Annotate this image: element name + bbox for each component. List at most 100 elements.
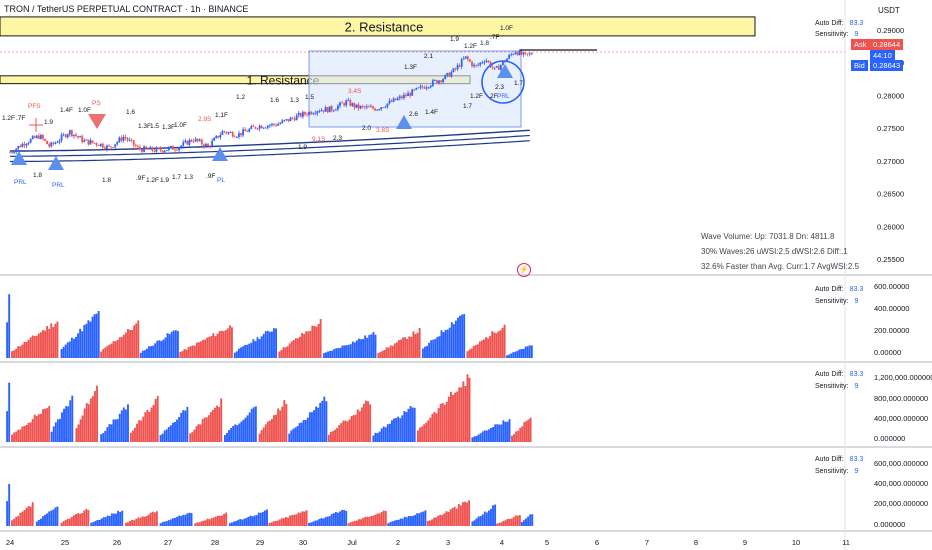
volume-bar bbox=[118, 337, 121, 358]
indicator-sensitivity: Sensitivity: 9 bbox=[815, 31, 859, 38]
volume-axis-label: 0.00000 bbox=[874, 348, 901, 357]
volume-bar bbox=[503, 324, 506, 358]
volume-bar bbox=[83, 510, 86, 526]
volume-bar bbox=[336, 512, 339, 526]
volume-bar bbox=[176, 331, 179, 358]
volume-bar bbox=[380, 512, 383, 526]
volume-bar bbox=[244, 344, 247, 358]
chart-canvas[interactable]: 2. Resistance1. Resistance0.290000.28500… bbox=[0, 0, 932, 550]
price-axis-label: 0.26500 bbox=[877, 190, 904, 199]
volume-bar bbox=[374, 514, 377, 526]
candle-body bbox=[223, 131, 226, 132]
wave-value-label: 3.8S bbox=[376, 127, 390, 134]
volume-bar bbox=[377, 352, 380, 358]
candle-body bbox=[481, 62, 484, 64]
volume-bar bbox=[282, 347, 285, 358]
candle-body bbox=[79, 136, 82, 138]
volume-bar bbox=[468, 377, 471, 442]
candle-body bbox=[497, 66, 500, 70]
volume-bar bbox=[416, 513, 419, 526]
volume-bar bbox=[518, 349, 521, 358]
volume-bar bbox=[29, 422, 32, 442]
volume-bar bbox=[168, 334, 171, 358]
volume-bar bbox=[35, 335, 38, 358]
volume-bar bbox=[348, 419, 351, 442]
candle-body bbox=[215, 135, 218, 139]
candle-body bbox=[116, 141, 119, 145]
candle-body bbox=[182, 142, 185, 146]
volume-bar bbox=[257, 512, 260, 526]
volume-bar bbox=[354, 414, 357, 442]
volume-axis-label: 600.00000 bbox=[874, 282, 909, 291]
candle-body bbox=[19, 145, 22, 148]
candle-body bbox=[398, 96, 401, 99]
candle-body bbox=[456, 65, 459, 70]
volume-bar bbox=[237, 519, 240, 526]
volume-bar bbox=[497, 331, 500, 358]
candle-body bbox=[448, 73, 451, 77]
wave-value-label: 1.0F bbox=[174, 122, 187, 129]
volume-bar bbox=[181, 351, 184, 358]
volume-bar bbox=[401, 415, 404, 442]
volume-bar bbox=[508, 419, 511, 442]
lightning-icon[interactable]: ⚡ bbox=[517, 263, 531, 277]
candle-body bbox=[411, 89, 414, 96]
wave-value-label: 1.8 bbox=[480, 40, 489, 47]
candle-body bbox=[266, 125, 269, 128]
candle-body bbox=[413, 89, 416, 91]
price-axis-label: 0.25500 bbox=[877, 255, 904, 264]
volume-bar bbox=[339, 347, 342, 358]
volume-bar bbox=[118, 413, 121, 442]
volume-bar bbox=[209, 412, 212, 442]
volume-bar bbox=[27, 506, 30, 526]
volume-bar bbox=[122, 334, 125, 358]
candle-body bbox=[64, 134, 67, 138]
volume-bar bbox=[120, 336, 123, 358]
volume-bar bbox=[171, 518, 174, 526]
volume-bar bbox=[447, 511, 450, 526]
volume-bar bbox=[372, 332, 375, 358]
volume-bar bbox=[353, 520, 356, 526]
candle-body bbox=[70, 130, 73, 136]
candle-body bbox=[33, 136, 36, 138]
volume-bar bbox=[62, 346, 65, 358]
volume-bar bbox=[233, 521, 235, 526]
volume-bar bbox=[159, 435, 162, 442]
volume-bar bbox=[461, 314, 464, 358]
volume-bar bbox=[293, 514, 296, 526]
volume-bar bbox=[281, 406, 284, 442]
volume-bar bbox=[528, 345, 531, 358]
candle-body bbox=[262, 127, 265, 129]
volume-bar bbox=[366, 337, 369, 358]
candle-body bbox=[85, 139, 88, 141]
currency-label[interactable]: USDT bbox=[878, 6, 900, 15]
volume-bar bbox=[242, 419, 245, 442]
volume-bar bbox=[50, 323, 53, 358]
volume-bar bbox=[459, 505, 462, 526]
volume-bar bbox=[148, 346, 150, 358]
volume-bar bbox=[381, 350, 384, 358]
candle-body bbox=[101, 143, 104, 148]
volume-bar bbox=[382, 510, 385, 526]
volume-bar bbox=[50, 510, 53, 526]
volume-bar bbox=[223, 513, 226, 526]
volume-bar bbox=[268, 522, 271, 526]
candle-body bbox=[103, 147, 106, 150]
volume-bar bbox=[21, 426, 24, 442]
volume-bar bbox=[106, 345, 109, 358]
volume-bar bbox=[165, 429, 168, 442]
candle-body bbox=[341, 102, 343, 104]
time-axis-label: 2 bbox=[396, 538, 400, 547]
candle-body bbox=[11, 152, 13, 154]
volume-bar bbox=[358, 338, 360, 358]
candle-body bbox=[291, 117, 294, 119]
volume-bar bbox=[383, 349, 386, 358]
volume-bar bbox=[398, 340, 400, 358]
volume-bar bbox=[60, 349, 63, 358]
volume-bar bbox=[6, 322, 9, 358]
candle-body bbox=[132, 140, 135, 146]
volume-bar bbox=[428, 520, 431, 526]
volume-bar bbox=[414, 334, 417, 358]
volume-bar bbox=[485, 512, 488, 526]
candle-body bbox=[301, 112, 304, 117]
